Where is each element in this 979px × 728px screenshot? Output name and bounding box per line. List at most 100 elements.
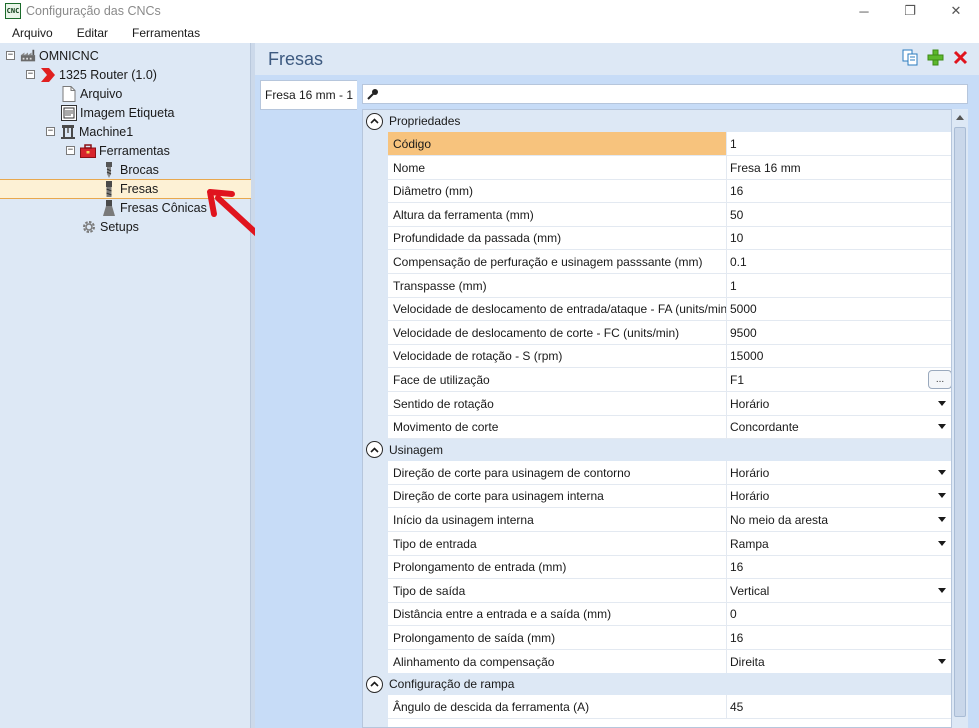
property-row[interactable]: Distância entre a entrada e a saída (mm)… — [388, 602, 951, 626]
property-row[interactable]: Ângulo de descida da ferramenta (A) 45 — [388, 695, 951, 719]
tree-item-fresas[interactable]: Fresas — [101, 179, 158, 198]
scroll-thumb[interactable] — [954, 127, 966, 717]
property-value[interactable]: Concordante — [727, 415, 951, 438]
property-row[interactable]: Transpasse (mm) 1 — [388, 274, 951, 298]
property-value[interactable]: Horário — [727, 392, 951, 415]
property-value[interactable]: 0 — [727, 602, 951, 625]
category-label: Configuração de rampa — [389, 677, 515, 692]
property-row[interactable]: Movimento de corte Concordante — [388, 415, 951, 439]
property-value[interactable]: Direita — [727, 650, 951, 673]
property-row[interactable]: Compensação de perfuração e usinagem pas… — [388, 250, 951, 274]
category-header[interactable]: Usinagem — [363, 438, 951, 461]
collapse-category-icon[interactable] — [366, 112, 383, 130]
duplicate-button[interactable] — [902, 49, 919, 66]
tree-label-fresas-conicas: Fresas Cônicas — [120, 200, 207, 215]
property-row[interactable]: Altura da ferramenta (mm) 50 — [388, 203, 951, 227]
tree-item-ferramentas[interactable]: − Ferramentas — [66, 141, 170, 160]
collapse-icon[interactable]: − — [46, 127, 55, 136]
add-button[interactable] — [927, 49, 944, 66]
property-value[interactable]: Horário — [727, 461, 951, 484]
property-value-text: 16 — [730, 183, 744, 198]
property-value[interactable]: Vertical — [727, 579, 951, 602]
property-value[interactable]: F1... — [727, 368, 951, 391]
property-row[interactable]: Velocidade de deslocamento de entrada/at… — [388, 297, 951, 321]
dropdown-arrow-icon[interactable] — [938, 541, 946, 546]
property-value[interactable]: 10 — [727, 226, 951, 249]
dropdown-arrow-icon[interactable] — [938, 470, 946, 475]
tab-fresa-16mm[interactable]: Fresa 16 mm - 1 — [260, 80, 357, 110]
tree-label-fresas: Fresas — [120, 181, 159, 196]
property-value-text: 1 — [730, 278, 737, 293]
property-row[interactable]: Prolongamento de entrada (mm) 16 — [388, 555, 951, 579]
scroll-up-icon[interactable] — [956, 115, 964, 120]
collapse-icon[interactable]: − — [66, 146, 75, 155]
category-header[interactable]: Propriedades — [363, 110, 951, 132]
property-value[interactable]: 16 — [727, 179, 951, 202]
dropdown-arrow-icon[interactable] — [938, 659, 946, 664]
property-value[interactable]: 45 — [727, 695, 951, 718]
dropdown-arrow-icon[interactable] — [938, 493, 946, 498]
property-value[interactable]: Horário — [727, 484, 951, 507]
ellipsis-button[interactable]: ... — [928, 370, 951, 389]
tree-item-omnicnc[interactable]: − OMNICNC — [6, 46, 99, 65]
property-value[interactable]: No meio da aresta — [727, 508, 951, 531]
minimize-button[interactable]: ─ — [841, 0, 887, 22]
delete-button[interactable] — [952, 49, 969, 66]
property-value[interactable]: 15000 — [727, 344, 951, 367]
label-image-icon — [61, 104, 77, 121]
property-row[interactable]: Início da usinagem interna No meio da are… — [388, 508, 951, 532]
property-value[interactable]: 0.1 — [727, 250, 951, 273]
search-input[interactable] — [383, 86, 963, 102]
tree-item-machine1[interactable]: − Machine1 — [46, 122, 133, 141]
factory-icon — [20, 48, 36, 64]
menu-editar[interactable]: Editar — [65, 26, 120, 40]
property-value[interactable]: 16 — [727, 626, 951, 649]
property-row[interactable]: Direção de corte para usinagem interna Ho… — [388, 484, 951, 508]
property-value[interactable]: Rampa — [727, 532, 951, 555]
property-row[interactable]: Direção de corte para usinagem de contor… — [388, 461, 951, 485]
property-row[interactable]: Sentido de rotação Horário — [388, 392, 951, 416]
property-row[interactable]: Prolongamento de saída (mm) 16 — [388, 626, 951, 650]
close-window-button[interactable]: ✕ — [933, 0, 979, 22]
collapse-category-icon[interactable] — [366, 441, 383, 459]
restore-button[interactable]: ❐ — [887, 0, 933, 22]
property-row[interactable]: Face de utilização F1... — [388, 368, 951, 392]
property-row[interactable]: Diâmetro (mm) 16 — [388, 179, 951, 203]
property-row[interactable]: Velocidade de rotação - S (rpm) 15000 — [388, 344, 951, 368]
collapse-icon[interactable]: − — [26, 70, 35, 79]
collapse-category-icon[interactable] — [366, 675, 383, 693]
dropdown-arrow-icon[interactable] — [938, 424, 946, 429]
property-row[interactable]: Velocidade de deslocamento de corte - FC… — [388, 321, 951, 345]
property-value[interactable]: 1 — [727, 274, 951, 297]
tree-item-arquivo[interactable]: Arquivo — [61, 84, 122, 103]
tree-item-brocas[interactable]: Brocas — [101, 160, 159, 179]
property-row[interactable]: Nome Fresa 16 mm — [388, 156, 951, 180]
dropdown-arrow-icon[interactable] — [938, 401, 946, 406]
property-value[interactable]: 50 — [727, 203, 951, 226]
menu-arquivo[interactable]: Arquivo — [0, 26, 65, 40]
dropdown-arrow-icon[interactable] — [938, 517, 946, 522]
property-value[interactable]: 5000 — [727, 297, 951, 320]
dropdown-arrow-icon[interactable] — [938, 588, 946, 593]
property-row[interactable]: Profundidade da passada (mm) 10 — [388, 226, 951, 250]
menu-ferramentas[interactable]: Ferramentas — [120, 26, 212, 40]
vertical-scrollbar[interactable] — [952, 109, 968, 728]
tree-item-imagem-etiqueta[interactable]: Imagem Etiqueta — [61, 103, 175, 122]
tree-item-fresas-conicas[interactable]: Fresas Cônicas — [101, 198, 207, 217]
property-value[interactable]: 16 — [727, 555, 951, 578]
tree-item-setups[interactable]: Setups — [81, 217, 139, 236]
search-box[interactable] — [362, 84, 968, 104]
tree-item-router[interactable]: − 1325 Router (1.0) — [26, 65, 157, 84]
property-value[interactable]: 9500 — [727, 321, 951, 344]
property-value[interactable]: Fresa 16 mm — [727, 156, 951, 179]
property-row[interactable]: Código 1 — [388, 132, 951, 156]
collapse-icon[interactable]: − — [6, 51, 15, 60]
header-toolbar — [902, 49, 969, 66]
category-header[interactable]: Configuração de rampa — [363, 673, 951, 696]
property-name: Prolongamento de entrada (mm) — [388, 555, 727, 578]
property-row[interactable]: Alinhamento da compensação Direita — [388, 650, 951, 674]
property-value[interactable]: 1 — [727, 132, 951, 155]
toolbox-icon — [80, 143, 96, 159]
property-row[interactable]: Tipo de saída Vertical — [388, 579, 951, 603]
property-row[interactable]: Tipo de entrada Rampa — [388, 532, 951, 556]
